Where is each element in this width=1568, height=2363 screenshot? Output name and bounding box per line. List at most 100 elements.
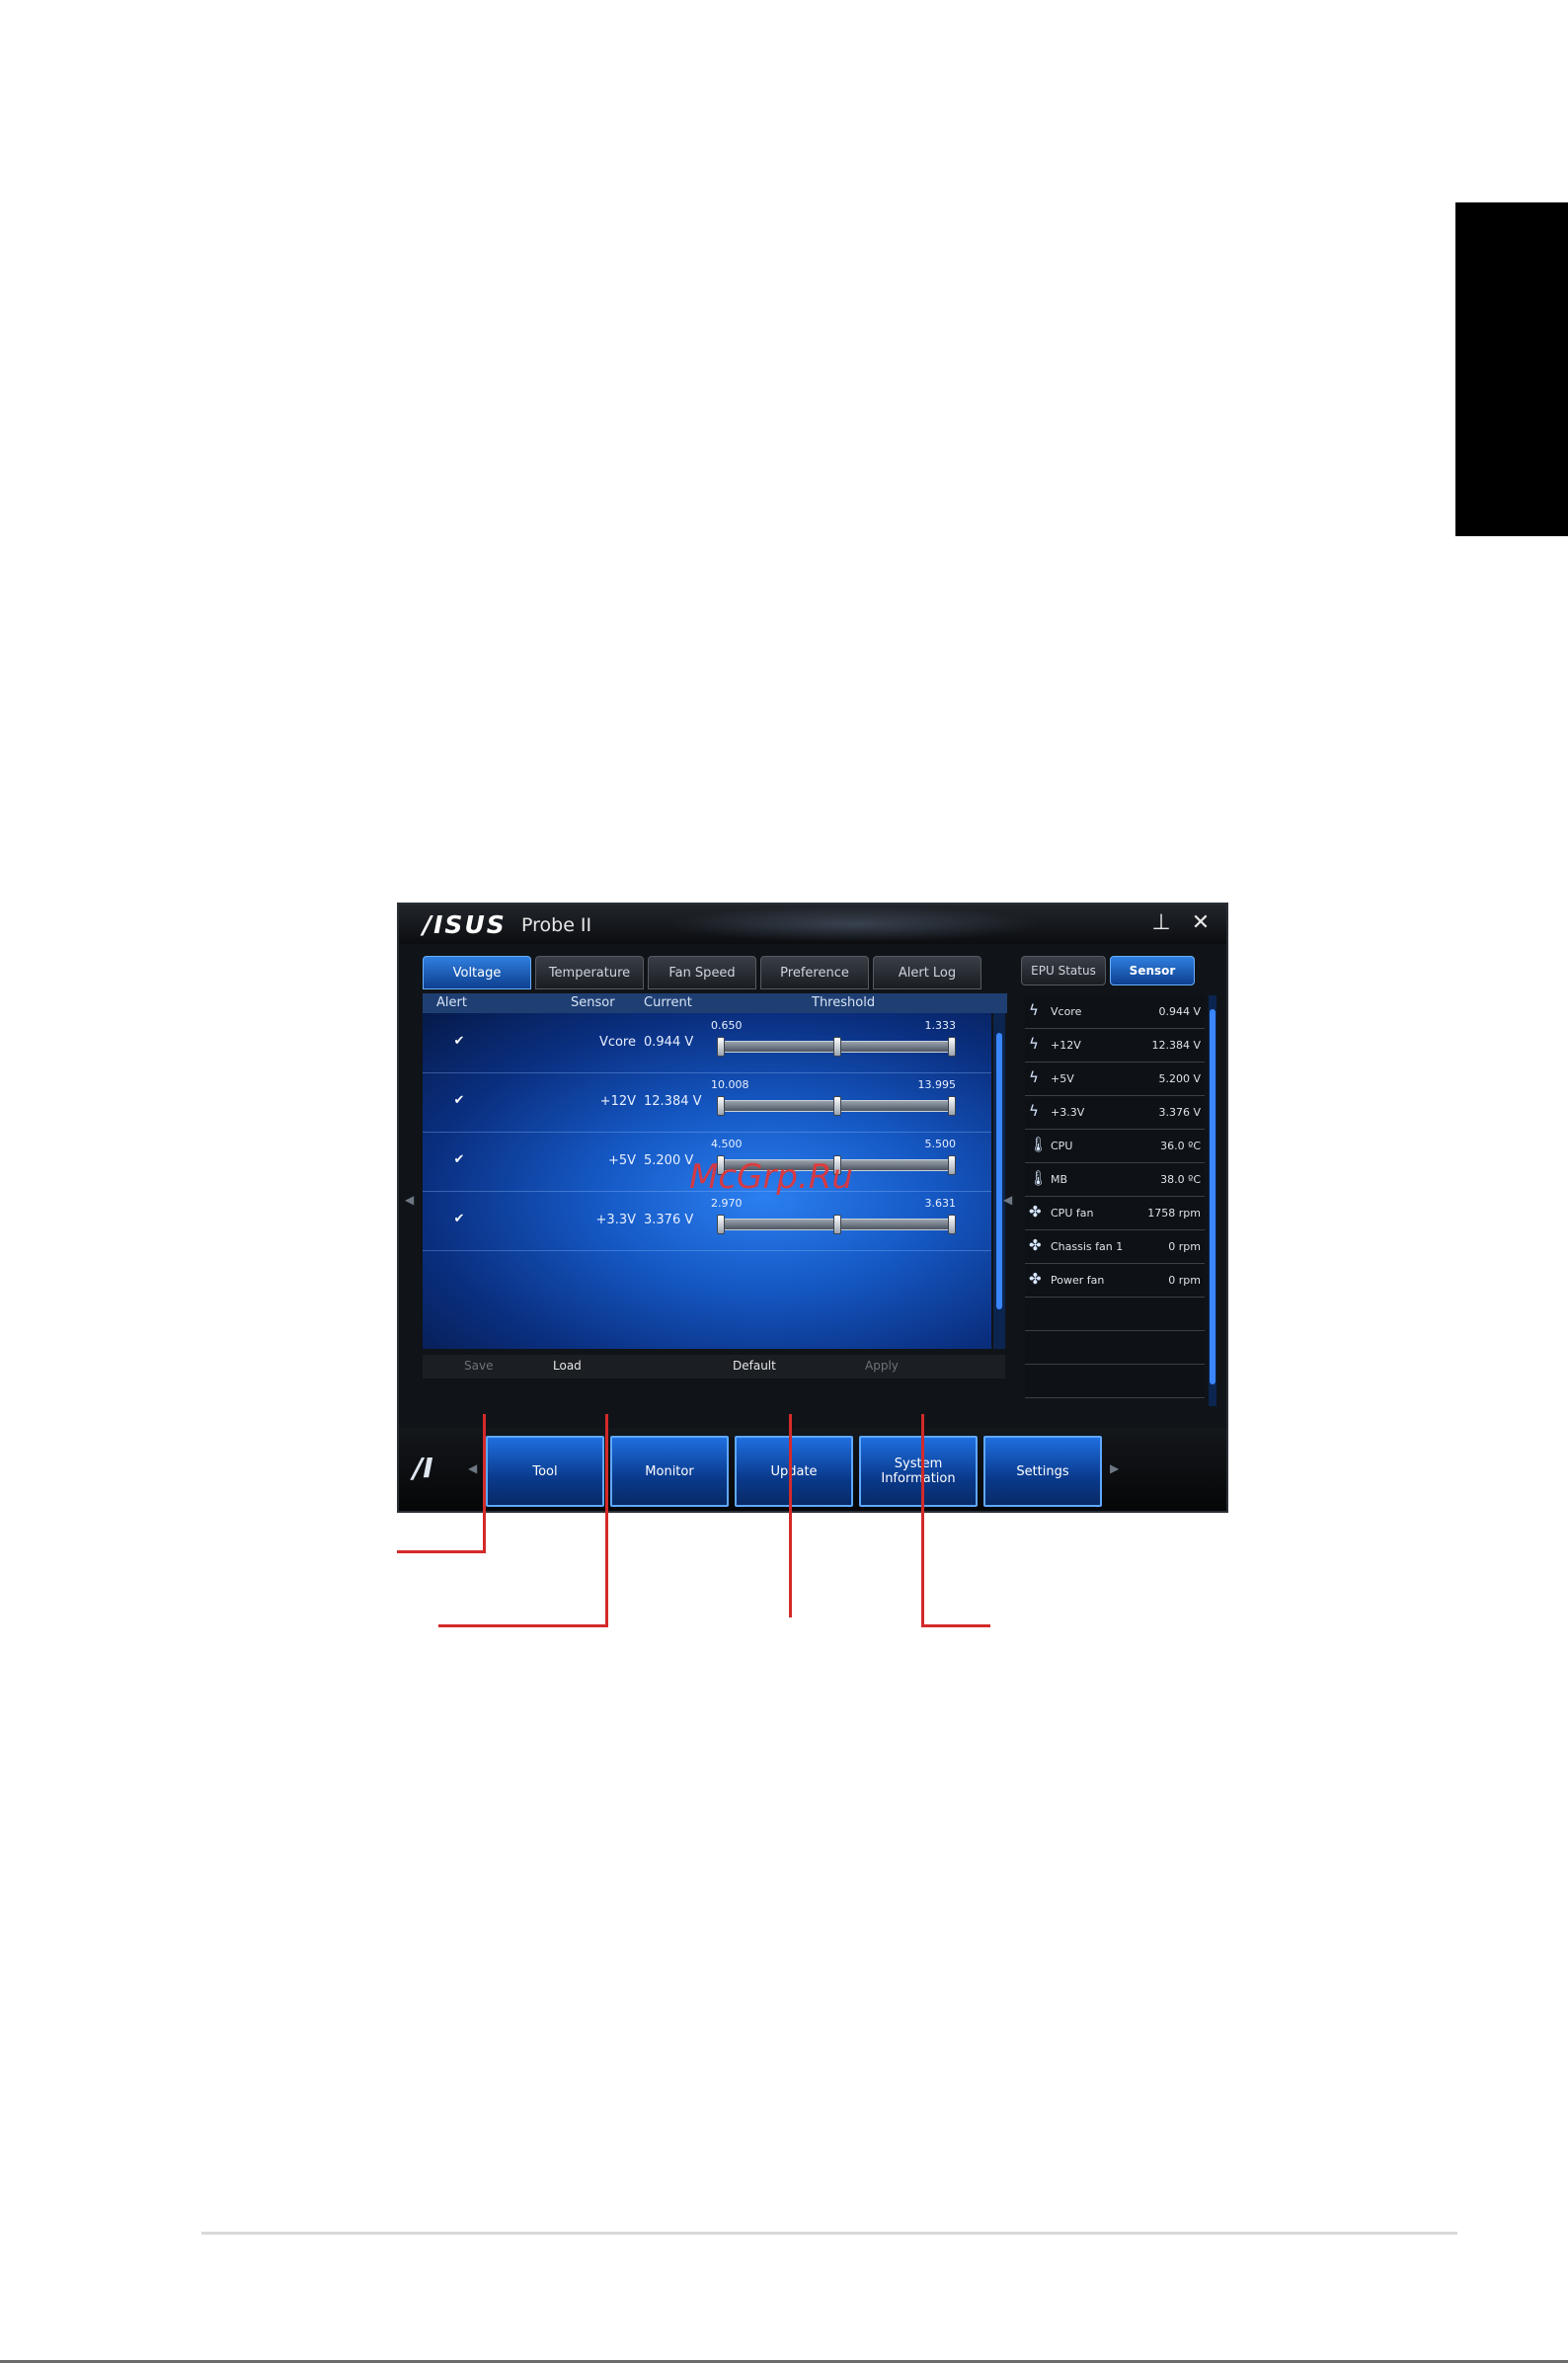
table-row: ✔ +12V 12.384 V 10.008 13.995 [423,1072,991,1133]
max-handle[interactable] [948,1215,956,1234]
alert-checkbox[interactable]: ✔ [452,1153,466,1167]
tab-preference[interactable]: Preference [760,956,869,989]
threshold-max: 5.500 [924,1138,957,1150]
callout-apply-horizontal [921,1624,990,1627]
sensor-list-name: Chassis fan 1 [1051,1240,1124,1253]
rows-scrollbar[interactable] [993,1013,1005,1349]
sensor-list-name: +3.3V [1051,1106,1085,1119]
callout-default-vertical [789,1414,792,1617]
sensor-list-name: CPU fan [1051,1207,1094,1220]
sensor-list-name: +5V [1051,1072,1074,1085]
threshold-slider[interactable]: 10.008 13.995 [711,1078,956,1122]
mid-handle [833,1037,841,1057]
col-current: Current [644,995,692,1010]
apply-button[interactable]: Apply [865,1359,899,1373]
threshold-min: 4.500 [711,1138,743,1150]
action-bar: Save Load Default Apply [423,1355,1005,1378]
callout-save-horizontal [397,1550,486,1553]
sensor-list-value: 12.384 V [1151,1039,1201,1052]
sensor-list-value: 0.944 V [1158,1005,1201,1018]
threshold-max: 13.995 [917,1078,957,1091]
bolt-icon: ϟ [1029,1102,1039,1120]
max-handle[interactable] [948,1096,956,1116]
language-side-tab [1455,202,1568,536]
minimize-icon[interactable]: ⊥ [1147,910,1175,935]
sensor-list-scrollbar[interactable] [1209,995,1216,1406]
alert-checkbox[interactable]: ✔ [452,1035,466,1049]
threshold-slider[interactable]: 0.650 1.333 [711,1019,956,1063]
sensor-list-value: 0 rpm [1168,1274,1201,1287]
nav-settings-button[interactable]: Settings [983,1436,1102,1507]
sensor-name: Vcore [598,1035,636,1050]
sensor-list-name: MB [1051,1173,1068,1186]
tab-temperature[interactable]: Temperature [535,956,644,989]
default-button[interactable]: Default [733,1359,776,1373]
threshold-max: 1.333 [924,1019,957,1032]
sensor-list-value: 3.376 V [1158,1106,1201,1119]
sensor-list-name: Vcore [1051,1005,1082,1018]
sensor-list-value: 38.0 ºC [1160,1173,1201,1186]
left-arrow-icon[interactable]: ◀ [405,1193,414,1207]
col-threshold: Threshold [812,995,876,1010]
load-button[interactable]: Load [553,1359,582,1373]
thermometer-icon: 🌡 [1029,1169,1049,1187]
tab-bar: Voltage Temperature Fan Speed Preference… [423,956,1007,991]
ai-suite-logo: /I [413,1452,433,1484]
min-handle[interactable] [717,1037,725,1057]
list-item [1025,1365,1205,1398]
scrollbar-thumb[interactable] [996,1033,1002,1309]
nav-tool-button[interactable]: Tool [486,1436,604,1507]
min-handle[interactable] [717,1096,725,1116]
fan-icon: ✤ [1029,1236,1042,1254]
footer-divider [201,2232,1457,2235]
tab-epu-status[interactable]: EPU Status [1021,956,1106,985]
sensor-list-value: 0 rpm [1168,1240,1201,1253]
min-handle[interactable] [717,1215,725,1234]
current-value: 0.944 V [644,1035,694,1050]
tab-voltage[interactable]: Voltage [423,956,531,989]
sensor-list-value: 1758 rpm [1147,1207,1201,1220]
threshold-slider[interactable]: 2.970 3.631 [711,1197,956,1240]
bolt-icon: ϟ [1029,1068,1039,1086]
sensor-name: +12V [599,1094,636,1109]
nav-system-information-button[interactable]: System Information [859,1436,978,1507]
scrollbar-thumb[interactable] [1210,1009,1215,1384]
sensor-list-name: +12V [1051,1039,1081,1052]
callout-apply-vertical [921,1414,924,1627]
watermark: McGrp.Ru [689,1157,853,1197]
tab-sensor[interactable]: Sensor [1110,956,1195,985]
callout-load-vertical [605,1414,608,1627]
nav-monitor-button[interactable]: Monitor [610,1436,729,1507]
table-row: ✔ Vcore 0.944 V 0.650 1.333 [423,1013,991,1073]
list-item: ✤ Power fan 0 rpm [1025,1264,1205,1298]
sensor-list-name: Power fan [1051,1274,1105,1287]
fan-icon: ✤ [1029,1270,1042,1288]
nav-left-arrow-icon[interactable]: ◀ [468,1461,477,1475]
fan-icon: ✤ [1029,1203,1042,1221]
list-item [1025,1331,1205,1365]
max-handle[interactable] [948,1037,956,1057]
max-handle[interactable] [948,1155,956,1175]
bolt-icon: ϟ [1029,1035,1039,1053]
col-alert: Alert [436,995,467,1010]
list-item: ✤ Chassis fan 1 0 rpm [1025,1230,1205,1264]
alert-checkbox[interactable]: ✔ [452,1094,466,1108]
nav-update-button[interactable]: Update [735,1436,853,1507]
list-item: ϟ +3.3V 3.376 V [1025,1096,1205,1130]
list-item: ϟ +5V 5.200 V [1025,1063,1205,1096]
tab-alert-log[interactable]: Alert Log [873,956,981,989]
thermometer-icon: 🌡 [1029,1136,1049,1153]
close-icon[interactable]: ✕ [1187,910,1215,935]
save-button[interactable]: Save [464,1359,493,1373]
list-item: ϟ Vcore 0.944 V [1025,995,1205,1029]
alert-checkbox[interactable]: ✔ [452,1213,466,1226]
panel-left-arrow-icon[interactable]: ◀ [1003,1193,1012,1207]
list-item [1025,1298,1205,1331]
right-tab-bar: EPU Status Sensor [1021,956,1195,985]
bottom-nav: /I ◀ Tool Monitor Update System Informat… [399,1428,1226,1511]
list-item: 🌡 MB 38.0 ºC [1025,1163,1205,1197]
nav-right-arrow-icon[interactable]: ▶ [1110,1461,1119,1475]
threshold-max: 3.631 [924,1197,957,1210]
tab-fan-speed[interactable]: Fan Speed [648,956,756,989]
mid-handle [833,1215,841,1234]
